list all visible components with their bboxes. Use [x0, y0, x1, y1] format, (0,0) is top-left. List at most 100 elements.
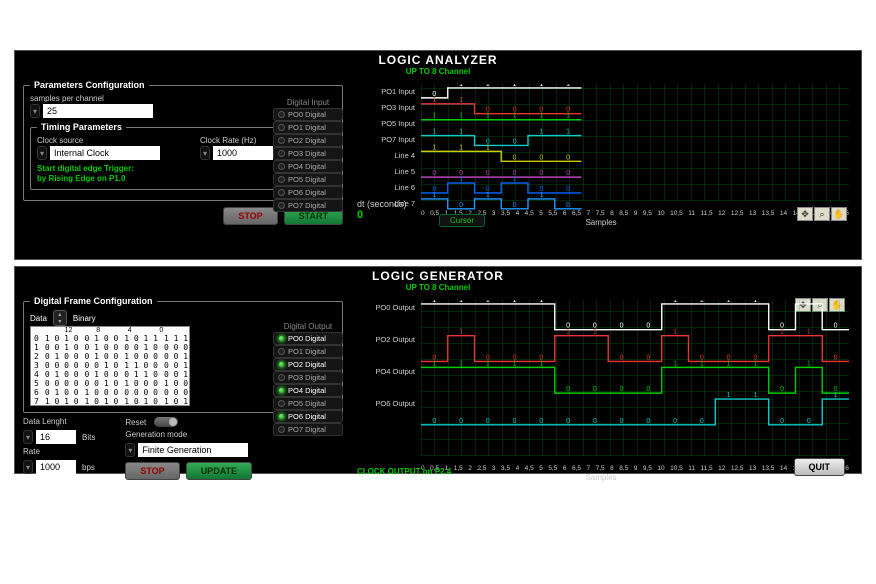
clock-output-note: CLOCK OUTPUT on P2.4	[357, 467, 451, 476]
led-icon	[278, 176, 285, 183]
digital-output-item[interactable]: PO7 Digital	[273, 423, 343, 436]
digital-input-item[interactable]: PO6 Digital	[273, 186, 343, 199]
digital-output-item[interactable]: PO6 Digital	[273, 410, 343, 423]
digio-label: PO5 Digital	[288, 399, 326, 408]
data-length-input[interactable]	[36, 430, 76, 444]
generator-stop-button[interactable]: STOP	[125, 462, 179, 480]
clock-source-stepper-icon[interactable]: ▾	[37, 146, 47, 160]
svg-text:1: 1	[432, 113, 436, 120]
digital-input-item[interactable]: PO3 Digital	[273, 147, 343, 160]
generator-waveforms: 1111100001111010010001100100011011111000…	[421, 300, 849, 427]
digital-output-item[interactable]: PO5 Digital	[273, 397, 343, 410]
frame-stepper-icon[interactable]: ▴▾	[53, 310, 67, 326]
digio-label: PO4 Digital	[288, 162, 326, 171]
frame-table-row[interactable]: 20 1 0 00 1 0 01 0 0 00 0 1 0	[31, 352, 189, 361]
digital-output-item[interactable]: PO0 Digital	[273, 332, 343, 345]
digital-input-item[interactable]: PO4 Digital	[273, 160, 343, 173]
analyzer-subtitle: UP TO 8 Channel	[15, 67, 861, 76]
led-icon	[278, 137, 285, 144]
digital-input-item[interactable]: PO1 Digital	[273, 121, 343, 134]
digio-label: PO2 Digital	[288, 360, 326, 369]
svg-text:1: 1	[486, 144, 490, 151]
frame-table[interactable]: 1284001 0 1 00 1 0 01 0 1 11 1 1 110 0 1…	[30, 326, 190, 406]
dt-readout: dt (seconds) 0	[357, 199, 407, 221]
analyzer-chart-toolbar: ✥ ⌕ ✋	[797, 207, 847, 221]
data-label: Data	[30, 314, 47, 323]
frame-table-row[interactable]: 01 0 1 00 1 0 01 0 1 11 1 1 1	[31, 334, 189, 343]
svg-text:0: 0	[566, 202, 570, 209]
svg-text:1: 1	[513, 113, 517, 120]
waveform-row-label: PO5 Input	[349, 116, 419, 132]
digital-output-item[interactable]: PO1 Digital	[273, 345, 343, 358]
digital-input-item[interactable]: PO2 Digital	[273, 134, 343, 147]
frame-table-row[interactable]: 71 0 1 01 0 1 01 0 1 01 0 1 0	[31, 397, 189, 406]
svg-text:1: 1	[432, 97, 436, 104]
waveform-row-label	[349, 348, 419, 364]
svg-text:1: 1	[459, 144, 463, 151]
clock-rate-stepper-icon[interactable]: ▾	[200, 146, 210, 160]
frame-table-row[interactable]: 40 1 0 00 1 0 00 1 1 00 0 1 0	[31, 370, 189, 379]
digital-input-item[interactable]: PO0 Digital	[273, 108, 343, 121]
gen-mode-input[interactable]	[138, 443, 248, 457]
svg-text:1: 1	[673, 300, 677, 304]
svg-text:0: 0	[486, 418, 490, 425]
svg-text:0: 0	[566, 386, 570, 393]
svg-text:0: 0	[539, 170, 543, 177]
gen-mode-stepper-icon[interactable]: ▾	[125, 443, 135, 457]
svg-text:0: 0	[513, 202, 517, 209]
svg-text:0: 0	[620, 354, 624, 361]
frame-table-row[interactable]: 50 0 0 00 0 1 01 0 0 01 0 0 0	[31, 379, 189, 388]
digio-label: PO2 Digital	[288, 136, 326, 145]
waveform-row-label	[349, 412, 419, 428]
digio-label: PO3 Digital	[288, 373, 326, 382]
svg-text:0: 0	[834, 323, 838, 330]
digital-input-item[interactable]: PO5 Digital	[273, 173, 343, 186]
svg-text:1: 1	[513, 84, 517, 88]
svg-text:1: 1	[459, 300, 463, 304]
samples-input[interactable]	[43, 104, 153, 118]
svg-text:1: 1	[459, 84, 463, 88]
digital-output-item[interactable]: PO2 Digital	[273, 358, 343, 371]
clock-source-input[interactable]	[50, 146, 160, 160]
digital-input-title: Digital Input	[273, 98, 343, 107]
svg-text:0: 0	[539, 418, 543, 425]
svg-text:0: 0	[620, 386, 624, 393]
frame-table-row[interactable]: 10 0 1 00 1 0 00 0 1 00 0 0 1	[31, 343, 189, 352]
svg-text:0: 0	[459, 418, 463, 425]
toolbar-zoom-icon[interactable]: ⌕	[814, 207, 830, 221]
svg-text:1: 1	[539, 192, 543, 199]
digital-input-item[interactable]: PO7 Digital	[273, 199, 343, 212]
frame-table-row[interactable]: 30 0 0 00 0 1 01 1 0 00 0 1 0	[31, 361, 189, 370]
led-icon	[278, 189, 285, 196]
svg-text:1: 1	[539, 360, 543, 367]
svg-text:1: 1	[566, 129, 570, 136]
analyzer-left-col: Parameters Configuration samples per cha…	[23, 80, 343, 225]
analyzer-stop-button[interactable]: STOP	[223, 207, 277, 225]
reset-toggle[interactable]	[154, 417, 178, 427]
svg-text:0: 0	[593, 418, 597, 425]
data-length-stepper-icon[interactable]: ▾	[23, 430, 33, 444]
digio-label: PO1 Digital	[288, 347, 326, 356]
rate-stepper-icon[interactable]: ▾	[23, 460, 33, 474]
svg-text:1: 1	[727, 392, 731, 399]
svg-text:1: 1	[700, 360, 704, 367]
svg-text:1: 1	[673, 329, 677, 336]
quit-button[interactable]: QUIT	[794, 458, 846, 476]
svg-text:0: 0	[513, 418, 517, 425]
digital-output-item[interactable]: PO4 Digital	[273, 384, 343, 397]
cursor-button[interactable]: Cursor	[439, 214, 485, 227]
frame-table-row[interactable]: 60 1 0 01 0 0 00 0 0 00 0 0 0	[31, 388, 189, 397]
toolbar-pan-icon[interactable]: ✋	[831, 207, 847, 221]
clock-rate-label: Clock Rate (Hz)	[200, 136, 273, 145]
led-icon	[278, 426, 285, 433]
samples-stepper-icon[interactable]: ▾	[30, 104, 40, 118]
svg-text:0: 0	[566, 186, 570, 193]
svg-text:1: 1	[459, 129, 463, 136]
svg-text:1: 1	[593, 329, 597, 336]
svg-text:0: 0	[780, 418, 784, 425]
clock-rate-input[interactable]	[213, 146, 273, 160]
toolbar-crosshair-icon[interactable]: ✥	[797, 207, 813, 221]
generator-update-button[interactable]: UPDATE	[186, 462, 252, 480]
digital-output-item[interactable]: PO3 Digital	[273, 371, 343, 384]
rate-input[interactable]	[36, 460, 76, 474]
